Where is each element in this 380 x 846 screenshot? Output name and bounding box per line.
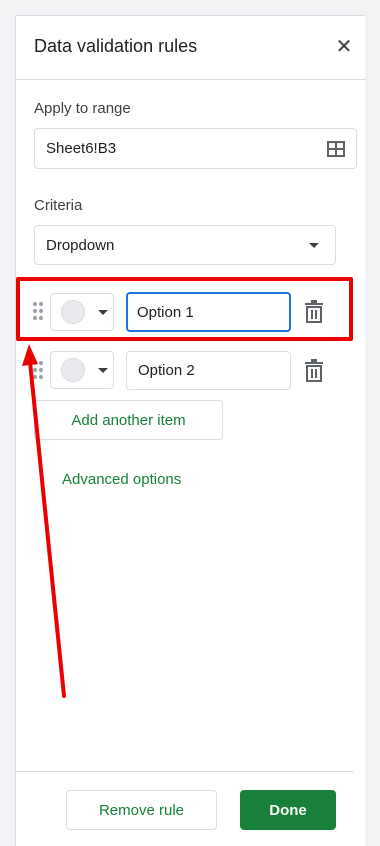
annotation-arrow-icon [22,344,66,698]
